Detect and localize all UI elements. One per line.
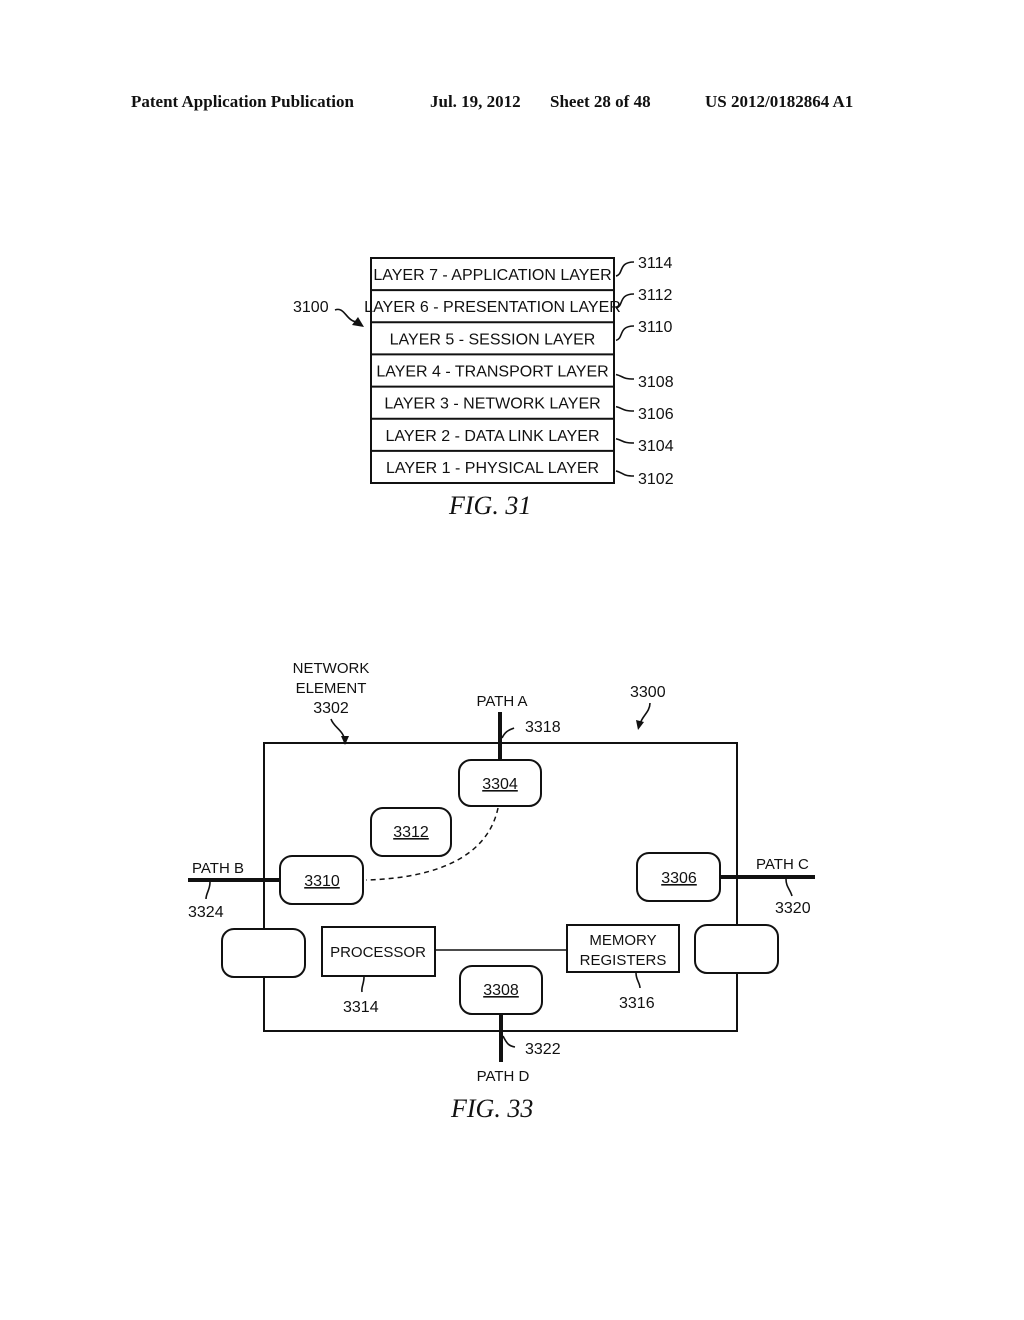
- ref-3302: 3302: [313, 700, 349, 717]
- ref-3318-leader: [501, 727, 515, 739]
- layer-ref-leader: [615, 405, 635, 412]
- layer-ref-number: 3108: [638, 374, 674, 391]
- fig-33-network-element: NETWORK ELEMENT 3302 3300 PATH A 3318 33…: [188, 660, 815, 1123]
- patent-number: US 2012/0182864 A1: [705, 92, 853, 111]
- ref-3300-leader: [639, 702, 651, 725]
- arrow-head-icon: [636, 720, 644, 730]
- memory-label-2: REGISTERS: [580, 952, 667, 969]
- ref-3100-leader: [334, 308, 359, 323]
- ref-3324-leader: [205, 881, 211, 900]
- port-3304-label: 3304: [482, 776, 518, 793]
- ref-3314-leader: [361, 976, 365, 993]
- layer-ref-number: 3112: [638, 287, 673, 304]
- layer-ref-leader: [615, 470, 635, 477]
- path-b-label: PATH B: [192, 860, 244, 877]
- layer-label: LAYER 3 - NETWORK LAYER: [384, 396, 600, 413]
- layer-ref-leader: [615, 325, 635, 342]
- layer-ref-number: 3102: [638, 471, 674, 488]
- fig-31-caption: FIG. 31: [448, 491, 531, 520]
- network-element-label-2: ELEMENT: [296, 680, 367, 697]
- ref-3320: 3320: [775, 900, 811, 917]
- port-3306-label: 3306: [661, 870, 697, 887]
- layer-ref-number: 3114: [638, 255, 673, 272]
- network-element-label-1: NETWORK: [293, 660, 370, 677]
- port-3312-label: 3312: [393, 824, 429, 841]
- ref-3320-leader: [785, 878, 793, 897]
- path-c-label: PATH C: [756, 856, 809, 873]
- port-3310-label: 3310: [304, 873, 340, 890]
- ref-3100: 3100: [293, 299, 329, 316]
- path-d-label: PATH D: [477, 1068, 530, 1085]
- ref-3322-leader: [502, 1035, 516, 1048]
- layer-label: LAYER 6 - PRESENTATION LAYER: [364, 299, 621, 316]
- layer-label: LAYER 7 - APPLICATION LAYER: [373, 267, 611, 284]
- processor-label: PROCESSOR: [330, 944, 426, 961]
- path-a-label: PATH A: [476, 693, 527, 710]
- layer-ref-leader: [615, 373, 635, 380]
- layer-label: LAYER 5 - SESSION LAYER: [390, 331, 596, 348]
- ref-3324: 3324: [188, 904, 224, 921]
- publication-title: Patent Application Publication: [131, 92, 354, 111]
- fig-31-osi-stack: LAYER 7 - APPLICATION LAYER 3114 LAYER 6 -…: [293, 255, 674, 520]
- layer-ref-number: 3104: [638, 438, 674, 455]
- ref-3316: 3316: [619, 995, 655, 1012]
- sheet-number: Sheet 28 of 48: [550, 92, 651, 111]
- layer-ref-number: 3110: [638, 319, 673, 336]
- page-header: Patent Application Publication Jul. 19, …: [131, 92, 853, 111]
- port-3308-label: 3308: [483, 982, 519, 999]
- unlabeled-port-right: [694, 924, 779, 974]
- layer-ref-number: 3106: [638, 406, 674, 423]
- layer-label: LAYER 4 - TRANSPORT LAYER: [376, 364, 608, 381]
- ref-3318: 3318: [525, 719, 561, 736]
- ref-3316-leader: [635, 972, 641, 989]
- ref-3300: 3300: [630, 684, 666, 701]
- layer-ref-leader: [615, 438, 635, 444]
- layer-label: LAYER 1 - PHYSICAL LAYER: [386, 460, 599, 477]
- patent-sheet: Patent Application Publication Jul. 19, …: [131, 92, 853, 1123]
- memory-label-1: MEMORY: [589, 932, 656, 949]
- unlabeled-port-left: [221, 928, 306, 978]
- fig-33-caption: FIG. 33: [450, 1094, 533, 1123]
- ref-3314: 3314: [343, 999, 379, 1016]
- layer-label: LAYER 2 - DATA LINK LAYER: [386, 428, 600, 445]
- layer-ref-leader: [615, 261, 635, 277]
- ref-3322: 3322: [525, 1041, 561, 1058]
- publication-date: Jul. 19, 2012: [430, 92, 521, 111]
